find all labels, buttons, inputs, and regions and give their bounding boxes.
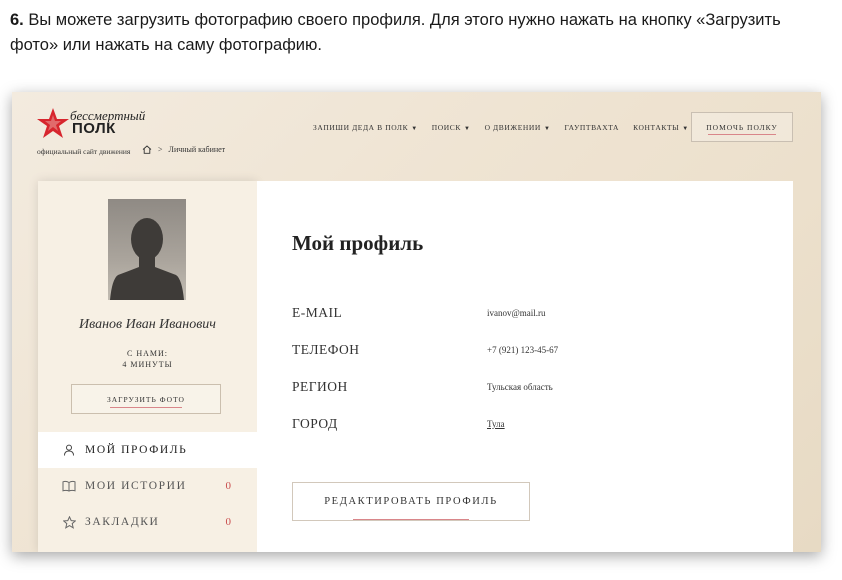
logo-line-2: ПОЛК: [72, 120, 116, 137]
book-icon: [62, 479, 76, 493]
field-value: ivanov@mail.ru: [487, 308, 546, 318]
upload-photo-button[interactable]: ЗАГРУЗИТЬ ФОТО: [71, 384, 221, 414]
field-label: E-MAIL: [292, 305, 343, 320]
top-navigation: ЗАПИШИ ДЕДА В ПОЛК ▼ ПОИСК ▼ О ДВИЖЕНИИ ▼ Г…: [313, 123, 689, 132]
user-silhouette-icon: [110, 218, 184, 300]
nav-item-guardhouse[interactable]: ГАУПТВАХТА: [565, 123, 620, 132]
field-label: ТЕЛЕФОН: [292, 342, 360, 357]
field-region: РЕГИОН Тульская область: [292, 379, 553, 395]
nav-item-about[interactable]: О ДВИЖЕНИИ ▼: [485, 123, 551, 132]
user-icon: [62, 443, 76, 457]
instruction-text: 6. Вы можете загрузить фотографию своего…: [10, 8, 830, 58]
home-icon[interactable]: [142, 145, 152, 154]
sidebar-item-label: ЗАКЛАДКИ: [85, 516, 160, 528]
instruction-body: Вы можете загрузить фотографию своего пр…: [10, 11, 781, 54]
help-regiment-button[interactable]: ПОМОЧЬ ПОЛКУ: [691, 112, 793, 142]
chevron-down-icon: ▼: [411, 126, 418, 132]
user-name: Иванов Иван Иванович: [79, 317, 216, 332]
field-label: РЕГИОН: [292, 379, 348, 394]
edit-profile-button[interactable]: РЕДАКТИРОВАТЬ ПРОФИЛЬ: [292, 482, 530, 521]
field-value: +7 (921) 123-45-67: [487, 345, 559, 355]
with-us-label: С НАМИ:: [126, 349, 168, 358]
field-label: ГОРОД: [292, 416, 338, 431]
chevron-down-icon: ▼: [543, 126, 551, 132]
site-logo[interactable]: бессмертный ПОЛК: [36, 106, 146, 142]
chevron-down-icon: ▼: [682, 126, 689, 132]
profile-sidebar: Иванов Иван Иванович С НАМИ: 4 МИНУТЫ ЗА…: [38, 181, 257, 552]
instruction-step: 6.: [10, 11, 24, 29]
site-caption: официальный сайт движения: [37, 147, 131, 156]
stories-count: 0: [225, 480, 232, 492]
nav-item-contacts[interactable]: КОНТАКТЫ ▼: [633, 123, 689, 132]
sidebar-item-label: МОЙ ПРОФИЛЬ: [85, 444, 188, 456]
field-email: E-MAIL ivanov@mail.ru: [292, 305, 546, 321]
field-value: Тульская область: [487, 382, 553, 392]
field-city: ГОРОД Тула: [292, 416, 505, 432]
city-link[interactable]: Тула: [487, 419, 505, 429]
profile-menu: МОЙ ПРОФИЛЬ МОИ ИСТОРИИ 0 ЗАКЛАДКИ 0: [38, 432, 257, 540]
page-title: Мой профиль: [292, 231, 424, 255]
breadcrumb: > Личный кабинет: [142, 145, 225, 154]
bookmarks-count: 0: [225, 516, 232, 528]
nav-item-search[interactable]: ПОИСК ▼: [432, 123, 471, 132]
profile-photo[interactable]: [108, 199, 186, 300]
breadcrumb-separator: >: [158, 145, 163, 154]
profile-card: Мой профиль E-MAIL ivanov@mail.ru ТЕЛЕФО…: [257, 181, 793, 552]
breadcrumb-current: Личный кабинет: [168, 145, 226, 154]
membership-duration: С НАМИ: 4 МИНУТЫ: [38, 348, 257, 370]
nav-item-record-grandfather[interactable]: ЗАПИШИ ДЕДА В ПОЛК ▼: [313, 123, 418, 132]
sidebar-item-my-profile[interactable]: МОЙ ПРОФИЛЬ: [38, 432, 257, 468]
chevron-down-icon: ▼: [464, 126, 471, 132]
sidebar-item-my-stories[interactable]: МОИ ИСТОРИИ 0: [38, 468, 257, 504]
sidebar-item-label: МОИ ИСТОРИИ: [85, 480, 187, 492]
star-icon: [62, 515, 76, 529]
site-screenshot: бессмертный ПОЛК официальный сайт движен…: [12, 92, 821, 552]
sidebar-item-bookmarks[interactable]: ЗАКЛАДКИ 0: [38, 504, 257, 540]
red-star-icon: [37, 108, 69, 138]
field-phone: ТЕЛЕФОН +7 (921) 123-45-67: [292, 342, 558, 358]
with-us-value: 4 МИНУТЫ: [122, 360, 173, 369]
